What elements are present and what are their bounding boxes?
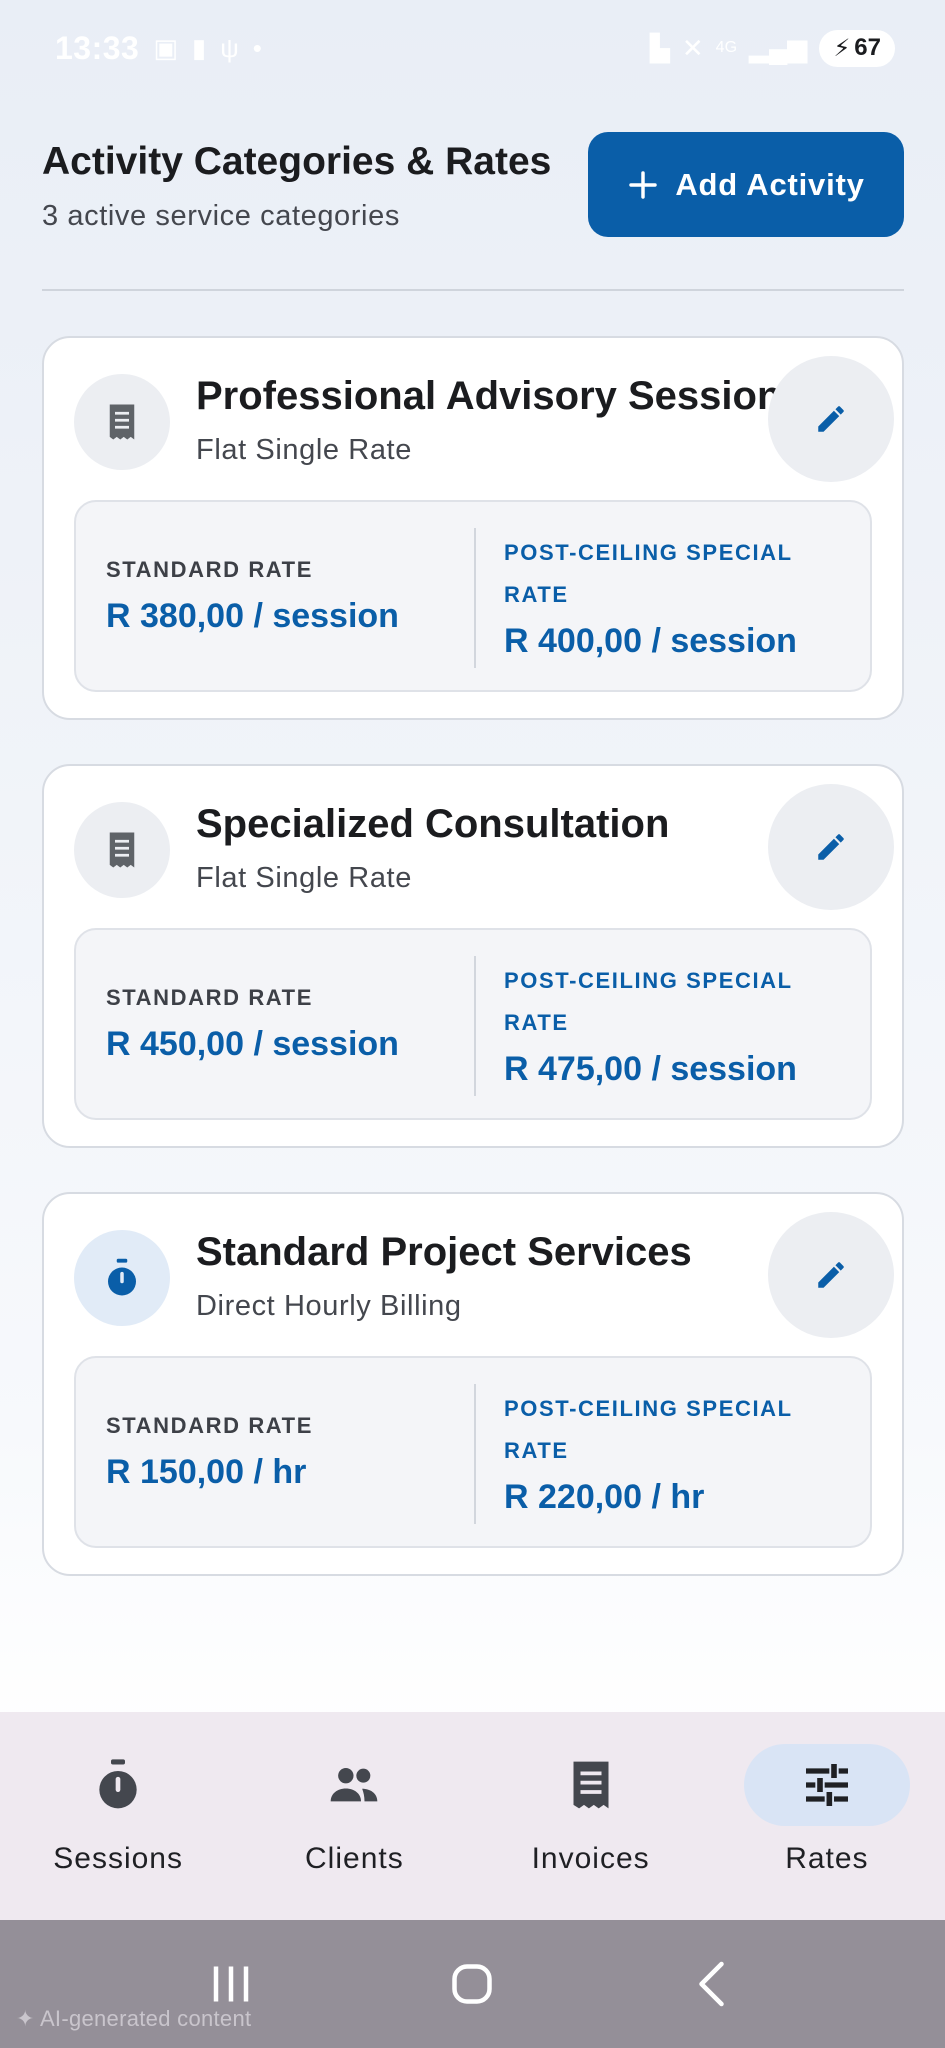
standard-rate-value: R 380,00 / session	[106, 596, 399, 635]
special-rate-value: R 475,00 / session	[504, 1049, 797, 1088]
notification-icon: ▮	[191, 32, 207, 63]
signal-icon: ▂▄▆	[749, 32, 808, 63]
receipt-icon	[74, 802, 170, 898]
receipt-icon	[74, 374, 170, 470]
special-rate-label-line2: RATE	[504, 1009, 569, 1035]
nav-item-sessions[interactable]: Sessions	[0, 1712, 236, 1920]
sliders-icon	[805, 1764, 848, 1806]
standard-rate-label: STANDARD RATE	[106, 984, 313, 1010]
special-rate-block: POST-CEILING SPECIAL RATE R 400,00 / ses…	[504, 502, 854, 690]
special-rate-value: R 220,00 / hr	[504, 1477, 705, 1516]
special-rate-label-line2: RATE	[504, 581, 569, 607]
standard-rate-block: STANDARD RATE R 150,00 / hr	[106, 1358, 456, 1546]
rate-divider	[474, 956, 476, 1096]
mute-icon: ✕	[681, 32, 704, 63]
network-label: 4G	[715, 39, 738, 56]
usb-icon: ψ	[220, 32, 239, 63]
back-icon	[699, 1961, 724, 2007]
status-bar: 13:33 ▣ ▮ ψ • ▙ ✕ 4G ▂▄▆ ⚡ 67	[0, 0, 945, 96]
nav-pill-active	[743, 1744, 910, 1826]
bottom-navigation: Sessions Clients Invoices Rates	[0, 1712, 945, 1920]
rate-panel: STANDARD RATE R 150,00 / hr POST-CEILING…	[74, 1356, 872, 1548]
home-button[interactable]	[427, 1949, 517, 2019]
activity-title: Professional Advisory Session	[196, 374, 782, 418]
stopwatch-icon	[74, 1230, 170, 1326]
pencil-icon	[818, 406, 844, 432]
activity-billing-type: Direct Hourly Billing	[196, 1290, 462, 1322]
ai-generated-label: AI-generated content	[39, 2006, 252, 2031]
nav-pill	[271, 1744, 437, 1826]
recent-apps-icon	[213, 1966, 249, 2002]
special-rate-value: R 400,00 / session	[504, 621, 797, 660]
nav-label: Invoices	[531, 1842, 650, 1875]
status-time: 13:33	[55, 29, 140, 66]
nav-label: Rates	[785, 1842, 869, 1875]
screenshot-icon: ▣	[153, 32, 178, 63]
nav-label: Sessions	[53, 1842, 183, 1875]
standard-rate-label: STANDARD RATE	[106, 556, 313, 582]
activity-card: Specialized Consultation Flat Single Rat…	[42, 764, 904, 1148]
charging-icon: ⚡	[833, 34, 851, 62]
edit-button[interactable]	[768, 356, 894, 482]
home-icon	[452, 1964, 493, 2004]
pencil-icon	[818, 1262, 844, 1288]
status-left: 13:33 ▣ ▮ ψ •	[55, 30, 262, 67]
standard-rate-block: STANDARD RATE R 450,00 / session	[106, 930, 456, 1118]
activity-billing-type: Flat Single Rate	[196, 434, 412, 466]
stopwatch-icon	[99, 1759, 137, 1809]
header-divider	[42, 289, 904, 291]
battery-level: 67	[854, 34, 881, 61]
special-rate-label-line1: POST-CEILING SPECIAL	[504, 539, 793, 565]
activity-card: Standard Project Services Direct Hourly …	[42, 1192, 904, 1576]
nav-item-clients[interactable]: Clients	[236, 1712, 472, 1920]
plus-icon	[629, 170, 658, 199]
dot-icon: •	[252, 32, 262, 63]
sparkle-icon: ✦	[16, 2006, 40, 2031]
receipt-icon	[573, 1761, 609, 1809]
special-rate-label-line1: POST-CEILING SPECIAL	[504, 967, 793, 993]
nav-item-rates[interactable]: Rates	[709, 1712, 945, 1920]
edit-button[interactable]	[768, 784, 894, 910]
standard-rate-value: R 450,00 / session	[106, 1024, 399, 1063]
page-title: Activity Categories & Rates	[42, 140, 552, 183]
special-rate-block: POST-CEILING SPECIAL RATE R 220,00 / hr	[504, 1358, 854, 1546]
standard-rate-block: STANDARD RATE R 380,00 / session	[106, 502, 456, 690]
edit-button[interactable]	[768, 1212, 894, 1338]
nav-pill	[35, 1744, 201, 1826]
rate-panel: STANDARD RATE R 380,00 / session POST-CE…	[74, 500, 872, 692]
rate-divider	[474, 1384, 476, 1524]
activity-billing-type: Flat Single Rate	[196, 862, 412, 894]
battery-indicator: ⚡ 67	[819, 29, 895, 67]
standard-rate-value: R 150,00 / hr	[106, 1452, 307, 1491]
back-button[interactable]	[669, 1949, 759, 2019]
ai-generated-note: ✦ AI-generated content	[16, 2006, 251, 2032]
activity-title: Specialized Consultation	[196, 802, 670, 846]
pencil-icon	[818, 834, 844, 860]
add-activity-label: Add Activity	[675, 166, 865, 202]
people-icon	[331, 1767, 378, 1802]
rate-panel: STANDARD RATE R 450,00 / session POST-CE…	[74, 928, 872, 1120]
activity-card: Professional Advisory Session Flat Singl…	[42, 336, 904, 720]
sim-icon: ▙	[649, 32, 670, 63]
nav-pill	[508, 1744, 674, 1826]
activity-title: Standard Project Services	[196, 1230, 692, 1274]
nav-label: Clients	[305, 1842, 404, 1875]
page-subtitle: 3 active service categories	[42, 200, 400, 232]
special-rate-label-line1: POST-CEILING SPECIAL	[504, 1395, 793, 1421]
page-header: Activity Categories & Rates 3 active ser…	[42, 132, 904, 252]
special-rate-label-line2: RATE	[504, 1437, 569, 1463]
rate-divider	[474, 528, 476, 668]
add-activity-button[interactable]: Add Activity	[588, 132, 904, 237]
standard-rate-label: STANDARD RATE	[106, 1412, 313, 1438]
status-right: ▙ ✕ 4G ▂▄▆ ⚡ 67	[649, 29, 895, 67]
special-rate-block: POST-CEILING SPECIAL RATE R 475,00 / ses…	[504, 930, 854, 1118]
nav-item-invoices[interactable]: Invoices	[473, 1712, 709, 1920]
